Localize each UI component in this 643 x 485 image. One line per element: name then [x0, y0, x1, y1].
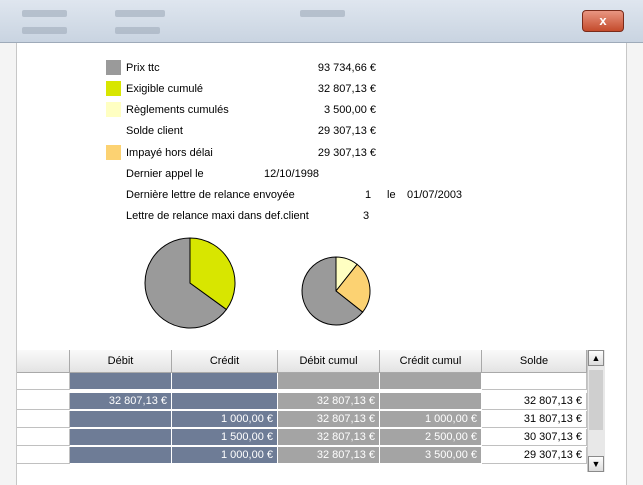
table-cell[interactable]: [70, 373, 172, 390]
table-cell[interactable]: 32 807,13 €: [278, 429, 380, 446]
table-cell[interactable]: 1 000,00 €: [172, 411, 278, 428]
column-header-solde[interactable]: Solde: [482, 350, 587, 373]
row-header-cell[interactable]: [17, 411, 70, 428]
close-icon: x: [599, 13, 607, 28]
blurred-title-text: [22, 27, 67, 34]
scroll-thumb[interactable]: [589, 370, 603, 430]
column-header-credit[interactable]: Crédit: [172, 350, 278, 373]
title-bar[interactable]: x: [0, 0, 643, 43]
table-cell[interactable]: 1 000,00 €: [380, 411, 482, 428]
table-cell[interactable]: [482, 373, 587, 390]
scroll-up-icon[interactable]: ▲: [588, 350, 604, 366]
column-header-debit[interactable]: Débit: [70, 350, 172, 373]
blurred-title-text: [22, 10, 67, 17]
table-cell[interactable]: 32 807,13 €: [482, 393, 587, 410]
blurred-title-text: [115, 27, 160, 34]
table-cell[interactable]: 1 500,00 €: [172, 429, 278, 446]
table-cell[interactable]: [172, 373, 278, 390]
table-header-empty: [17, 350, 70, 373]
scroll-down-icon[interactable]: ▼: [588, 456, 604, 472]
pie-chart-prix: [144, 237, 236, 329]
table-cell[interactable]: [70, 447, 172, 464]
row-header-cell[interactable]: [17, 373, 70, 390]
blurred-title-text: [115, 10, 165, 17]
table-cell[interactable]: 32 807,13 €: [278, 447, 380, 464]
vertical-scrollbar[interactable]: ▲ ▼: [587, 350, 605, 472]
table-cell[interactable]: [172, 393, 278, 410]
table-cell[interactable]: 29 307,13 €: [482, 447, 587, 464]
column-header-debit-cumul[interactable]: Débit cumul: [278, 350, 380, 373]
close-button[interactable]: x: [582, 10, 624, 32]
table-cell[interactable]: 32 807,13 €: [278, 411, 380, 428]
pie-chart-exigible: [301, 256, 371, 326]
table-cell[interactable]: [70, 429, 172, 446]
row-header-cell[interactable]: [17, 447, 70, 464]
table-cell[interactable]: [380, 373, 482, 390]
table-cell[interactable]: [380, 393, 482, 410]
table-cell[interactable]: 3 500,00 €: [380, 447, 482, 464]
pie-charts: [144, 237, 371, 329]
table-cell[interactable]: 32 807,13 €: [70, 393, 172, 410]
row-header-cell[interactable]: [17, 393, 70, 410]
table-cell[interactable]: 2 500,00 €: [380, 429, 482, 446]
table-cell[interactable]: 31 807,13 €: [482, 411, 587, 428]
blurred-title-text: [300, 10, 345, 17]
client-area: Prix ttc 93 734,66 € Exigible cumulé 32 …: [16, 43, 627, 485]
table-cell[interactable]: [278, 373, 380, 390]
row-header-cell[interactable]: [17, 429, 70, 446]
table-cell[interactable]: 1 000,00 €: [172, 447, 278, 464]
column-header-credit-cumul[interactable]: Crédit cumul: [380, 350, 482, 373]
table-cell[interactable]: 32 807,13 €: [278, 393, 380, 410]
table-cell[interactable]: 30 307,13 €: [482, 429, 587, 446]
table-cell[interactable]: [70, 411, 172, 428]
